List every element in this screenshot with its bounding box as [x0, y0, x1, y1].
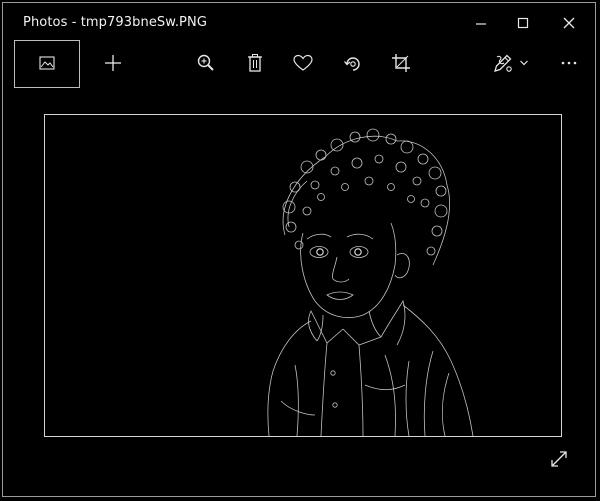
- maximize-icon: [516, 16, 530, 30]
- title-bar[interactable]: Photos - tmp793bneSw.PNG: [3, 3, 595, 39]
- photo-display[interactable]: [44, 114, 562, 437]
- crop-button[interactable]: [385, 49, 417, 77]
- add-icon: [104, 54, 122, 72]
- delete-icon: [246, 53, 264, 73]
- maximize-button[interactable]: [503, 9, 543, 37]
- fullscreen-button[interactable]: [543, 447, 575, 475]
- see-all-photos-button[interactable]: [14, 40, 80, 88]
- edit-menu-dropdown[interactable]: [515, 49, 533, 77]
- more-button[interactable]: [553, 49, 585, 77]
- edit-draw-button[interactable]: [489, 49, 517, 77]
- favorite-icon: [293, 54, 313, 72]
- zoom-icon: [196, 53, 216, 73]
- edge-portrait-image: [267, 128, 474, 436]
- minimize-button[interactable]: [461, 9, 501, 37]
- minimize-icon: [474, 16, 488, 30]
- zoom-button[interactable]: [190, 49, 222, 77]
- see-all-photos-icon: [39, 55, 55, 74]
- photos-window: Photos - tmp793bneSw.PNG: [2, 2, 596, 497]
- add-button[interactable]: [97, 49, 129, 77]
- chevron-down-icon: [519, 59, 529, 67]
- favorite-button[interactable]: [287, 49, 319, 77]
- fullscreen-icon: [549, 449, 569, 473]
- rotate-button[interactable]: [337, 49, 369, 77]
- close-button[interactable]: [549, 9, 589, 37]
- close-icon: [562, 16, 576, 30]
- edit-draw-icon: [492, 52, 514, 74]
- crop-icon: [391, 53, 411, 73]
- toolbar: [3, 39, 595, 91]
- delete-button[interactable]: [239, 49, 271, 77]
- more-icon: [560, 60, 578, 66]
- rotate-icon: [343, 53, 363, 73]
- window-title: Photos - tmp793bneSw.PNG: [23, 15, 207, 30]
